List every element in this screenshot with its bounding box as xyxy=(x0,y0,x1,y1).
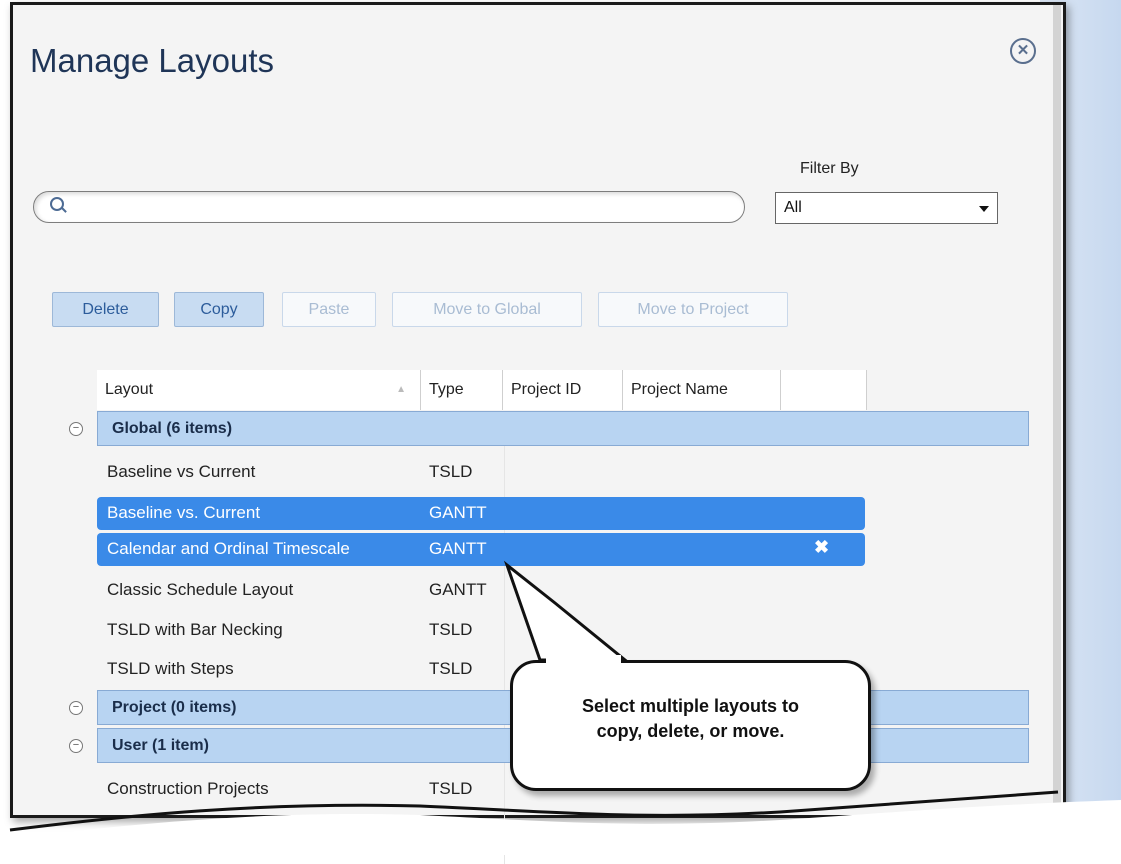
layout-name: TSLD with Bar Necking xyxy=(107,620,283,639)
layout-name: Classic Schedule Layout xyxy=(107,580,294,599)
column-header-label: Type xyxy=(429,381,464,398)
layout-name: Baseline vs. Current xyxy=(107,503,261,522)
filter-select[interactable]: All xyxy=(775,192,998,224)
sort-ascending-icon: ▲ xyxy=(396,384,406,395)
dialog-title: Manage Layouts xyxy=(30,42,275,79)
collapse-icon[interactable]: − xyxy=(69,422,83,436)
layout-type: GANTT xyxy=(429,539,487,558)
group-label: User (1 item) xyxy=(112,737,209,754)
paste-button[interactable]: Paste xyxy=(282,292,376,327)
layout-name: Calendar and Ordinal Timescale xyxy=(107,539,350,558)
column-header-label: Project Name xyxy=(631,381,728,398)
column-header-label: Layout xyxy=(105,381,154,398)
column-header-empty xyxy=(781,370,867,410)
copy-button[interactable]: Copy xyxy=(174,292,264,327)
filter-value: All xyxy=(784,199,802,216)
torn-edge xyxy=(0,790,1121,855)
layout-name: Baseline vs Current xyxy=(107,462,256,481)
remove-icon[interactable]: ✖ xyxy=(814,537,829,558)
tooltip-callout: Select multiple layouts to copy, delete,… xyxy=(510,660,871,791)
layout-type: TSLD xyxy=(429,462,473,481)
callout-line-2: copy, delete, or move. xyxy=(596,721,785,741)
move-to-global-button[interactable]: Move to Global xyxy=(392,292,582,327)
search-input[interactable] xyxy=(33,191,745,223)
group-header-global[interactable]: Global (6 items) xyxy=(97,411,1029,446)
callout-joint-mask xyxy=(546,655,621,665)
layout-type: TSLD xyxy=(429,659,473,678)
group-label: Project (0 items) xyxy=(112,699,237,716)
column-header-project-name[interactable]: Project Name xyxy=(623,370,781,410)
chevron-down-icon xyxy=(979,206,989,212)
layout-type: TSLD xyxy=(429,620,473,639)
move-to-project-button[interactable]: Move to Project xyxy=(598,292,788,327)
dialog-edge xyxy=(1053,5,1061,815)
column-header-label: Project ID xyxy=(511,381,582,398)
layout-type: GANTT xyxy=(429,503,487,522)
filter-label: Filter By xyxy=(800,160,859,177)
callout-line-1: Select multiple layouts to xyxy=(581,696,800,716)
group-label: Global (6 items) xyxy=(112,420,233,437)
delete-button[interactable]: Delete xyxy=(52,292,159,327)
close-icon[interactable]: ✕ xyxy=(1010,38,1036,64)
search-icon xyxy=(50,197,64,211)
column-header-project-id[interactable]: Project ID xyxy=(503,370,623,410)
layout-type: GANTT xyxy=(429,580,487,599)
collapse-icon[interactable]: − xyxy=(69,701,83,715)
layout-name: TSLD with Steps xyxy=(107,659,234,678)
column-header-type[interactable]: Type xyxy=(421,370,503,410)
collapse-icon[interactable]: − xyxy=(69,739,83,753)
column-header-layout[interactable]: Layout ▲ xyxy=(97,370,421,410)
